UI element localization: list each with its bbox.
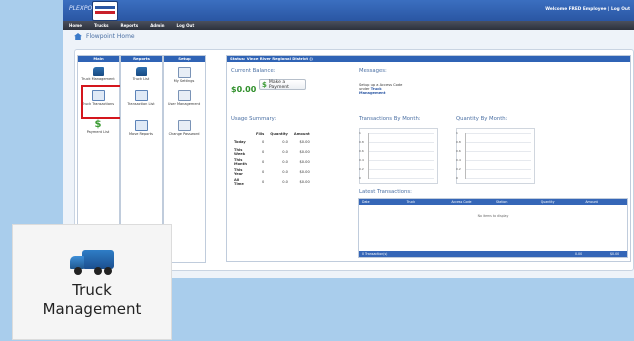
y-tick-label: 0 <box>456 176 458 180</box>
highlight-box <box>81 85 122 119</box>
user-icon <box>177 90 191 101</box>
nav-trucks[interactable]: Trucks <box>94 23 109 28</box>
messages-text: Setup up a Access Code under Truck Manag… <box>359 83 403 96</box>
y-tick-label: 0.8 <box>456 140 461 144</box>
status-header: Status: Vince River Regional District () <box>227 56 630 62</box>
gridline <box>465 133 531 134</box>
gridline <box>368 160 434 161</box>
gridline <box>465 151 531 152</box>
gridline <box>368 169 434 170</box>
y-axis <box>368 133 369 179</box>
gridline <box>368 142 434 143</box>
nav-logout[interactable]: Log Out <box>177 23 195 28</box>
tile-move-reports[interactable]: Move Reports <box>123 118 159 144</box>
make-payment-button[interactable]: $ Make a Payment <box>259 79 306 90</box>
qty-month-label: Quantity By Month: <box>456 116 508 122</box>
truck-icon <box>92 67 104 76</box>
dollar-icon: $ <box>262 80 267 89</box>
transactions-chart: 1 0.8 0.6 0.4 0.2 0 <box>359 128 438 184</box>
nav-home[interactable]: Home <box>69 23 82 28</box>
home-icon <box>74 33 82 40</box>
nav-reports[interactable]: Reports <box>121 23 139 28</box>
reports-header: Reports <box>121 56 162 62</box>
grid-footer: 0 Transaction(s) 0.00 $0.00 <box>359 251 627 257</box>
y-tick-label: 0.8 <box>359 140 364 144</box>
y-tick-label: 0.6 <box>359 149 364 153</box>
latest-label: Latest Transactions: <box>359 189 412 195</box>
settings-icon <box>177 67 191 78</box>
table-row: This Year 0 0.0 $0.00 <box>234 168 310 176</box>
tile-payment-list[interactable]: $ Payment List <box>80 118 116 144</box>
table-row: This Month 0 0.0 $0.00 <box>234 158 310 166</box>
dollar-icon: $ <box>94 119 102 130</box>
y-tick-label: 0 <box>359 176 361 180</box>
gridline <box>465 142 531 143</box>
latest-transactions-grid: Date Truck Access Code Station Quantity … <box>358 198 628 258</box>
no-items-text: No items to display <box>477 214 509 218</box>
gridline <box>368 178 434 179</box>
gridline <box>368 151 434 152</box>
zoom-callout: Truck Management <box>12 224 172 340</box>
balance-label: Current Balance: <box>231 68 276 74</box>
y-tick-label: 0.2 <box>359 167 364 171</box>
y-tick-label: 0.2 <box>456 167 461 171</box>
report-icon <box>134 120 148 131</box>
truck-icon <box>68 242 116 277</box>
footer-qty: 0.00 <box>575 252 583 256</box>
top-nav: Home Trucks Reports Admin Log Out <box>63 21 634 30</box>
gridline <box>465 169 531 170</box>
grid-header: Date Truck Access Code Station Quantity … <box>359 199 627 205</box>
gridline <box>465 160 531 161</box>
tile-user-management[interactable]: User Management <box>166 88 202 114</box>
table-row: This Week 0 0.0 $0.00 <box>234 148 310 156</box>
banner: PLEXPORT Welcome FRED Employee | Log Out <box>63 0 634 21</box>
y-tick-label: 0.6 <box>456 149 461 153</box>
status-panel: Status: Vince River Regional District ()… <box>226 55 631 262</box>
page-title: Flowpoint Home <box>86 33 135 40</box>
page-titlebar: Flowpoint Home <box>63 30 634 43</box>
tile-transaction-list[interactable]: Transaction List <box>123 88 159 114</box>
usage-label: Usage Summary: <box>231 116 277 122</box>
quantity-chart: 1 0.8 0.6 0.4 0.2 0 <box>456 128 535 184</box>
y-axis <box>465 133 466 179</box>
y-tick-label: 1 <box>456 131 458 135</box>
y-tick-label: 1 <box>359 131 361 135</box>
table-row: Today 0 0.0 $0.00 <box>234 140 310 144</box>
setup-header: Setup <box>164 56 205 62</box>
main-header: Main <box>78 56 119 62</box>
footer-amt: $0.00 <box>610 252 620 256</box>
y-tick-label: 0.4 <box>456 158 461 162</box>
footer-count: 0 Transaction(s) <box>362 252 388 256</box>
table-row: All Time 0 0.0 $0.00 <box>234 178 310 186</box>
y-tick-label: 0.4 <box>359 158 364 162</box>
welcome-text[interactable]: Welcome FRED Employee | Log Out <box>545 7 630 12</box>
password-icon <box>177 120 191 131</box>
gridline <box>368 133 434 134</box>
messages-label: Messages: <box>359 68 387 74</box>
usage-table: Fills Quantity Amount Today 0 0.0 $0.00 This … <box>231 130 313 187</box>
tile-change-password[interactable]: Change Password <box>166 118 202 144</box>
gridline <box>465 178 531 179</box>
balance-value: $0.00 <box>231 85 257 94</box>
list-icon <box>134 90 148 101</box>
zoom-label: Truck Management <box>42 281 142 318</box>
truck-icon <box>135 67 147 76</box>
fred-logo <box>92 1 118 21</box>
nav-admin[interactable]: Admin <box>150 23 164 28</box>
trans-month-label: Transactions By Month: <box>359 116 421 122</box>
